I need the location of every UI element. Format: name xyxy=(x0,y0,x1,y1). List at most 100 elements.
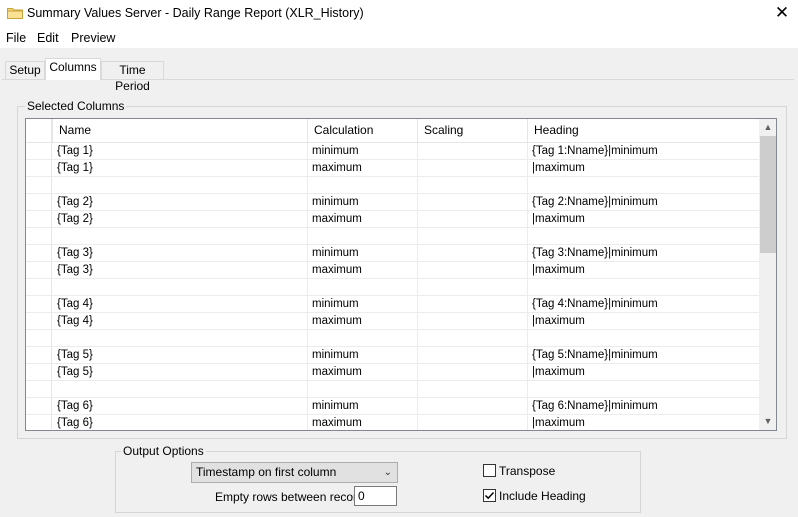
table-row[interactable]: {Tag 1} maximum |maximum xyxy=(26,160,759,177)
cell-heading[interactable]: {Tag 5:Nname}|minimum xyxy=(527,347,759,364)
menu-preview[interactable]: Preview xyxy=(71,31,115,45)
cell-calculation[interactable] xyxy=(307,381,417,398)
table-row[interactable]: {Tag 6} maximum |maximum xyxy=(26,415,759,430)
tab-setup[interactable]: Setup xyxy=(5,61,45,79)
cell-scaling[interactable] xyxy=(417,211,527,228)
tab-columns[interactable]: Columns xyxy=(45,58,101,80)
cell-heading[interactable]: {Tag 4:Nname}|minimum xyxy=(527,296,759,313)
table-row[interactable]: {Tag 6} minimum {Tag 6:Nname}|minimum xyxy=(26,398,759,415)
cell-heading[interactable]: |maximum xyxy=(527,364,759,381)
table-row[interactable]: {Tag 4} maximum |maximum xyxy=(26,313,759,330)
cell-heading[interactable] xyxy=(527,228,759,245)
cell-name[interactable]: {Tag 5} xyxy=(52,364,307,381)
table-row[interactable]: {Tag 2} maximum |maximum xyxy=(26,211,759,228)
cell-name[interactable]: {Tag 5} xyxy=(52,347,307,364)
cell-heading[interactable]: |maximum xyxy=(527,262,759,279)
cell-scaling[interactable] xyxy=(417,296,527,313)
cell-name[interactable]: {Tag 2} xyxy=(52,194,307,211)
cell-name[interactable] xyxy=(52,228,307,245)
cell-scaling[interactable] xyxy=(417,347,527,364)
cell-calculation[interactable]: minimum xyxy=(307,296,417,313)
cell-calculation[interactable]: maximum xyxy=(307,364,417,381)
table-row[interactable] xyxy=(26,279,759,296)
table-row[interactable]: {Tag 4} minimum {Tag 4:Nname}|minimum xyxy=(26,296,759,313)
table-row[interactable]: {Tag 5} minimum {Tag 5:Nname}|minimum xyxy=(26,347,759,364)
table-row[interactable]: {Tag 3} maximum |maximum xyxy=(26,262,759,279)
table-row[interactable]: {Tag 1} minimum {Tag 1:Nname}|minimum xyxy=(26,143,759,160)
cell-name[interactable]: {Tag 1} xyxy=(52,143,307,160)
cell-heading[interactable] xyxy=(527,330,759,347)
close-icon[interactable]: ✕ xyxy=(773,4,791,22)
cell-scaling[interactable] xyxy=(417,160,527,177)
cell-calculation[interactable] xyxy=(307,279,417,296)
cell-calculation[interactable]: minimum xyxy=(307,245,417,262)
cell-calculation[interactable] xyxy=(307,228,417,245)
header-scaling[interactable]: Scaling xyxy=(417,119,527,143)
cell-calculation[interactable]: maximum xyxy=(307,160,417,177)
cell-scaling[interactable] xyxy=(417,364,527,381)
cell-calculation[interactable] xyxy=(307,177,417,194)
cell-heading[interactable] xyxy=(527,279,759,296)
cell-calculation[interactable]: maximum xyxy=(307,211,417,228)
cell-heading[interactable]: |maximum xyxy=(527,211,759,228)
cell-heading[interactable]: {Tag 2:Nname}|minimum xyxy=(527,194,759,211)
cell-scaling[interactable] xyxy=(417,398,527,415)
cell-name[interactable] xyxy=(52,330,307,347)
cell-scaling[interactable] xyxy=(417,177,527,194)
scroll-thumb[interactable] xyxy=(760,136,776,253)
cell-calculation[interactable]: minimum xyxy=(307,398,417,415)
cell-calculation[interactable]: maximum xyxy=(307,415,417,430)
scroll-down-icon[interactable]: ▼ xyxy=(759,413,776,430)
header-calculation[interactable]: Calculation xyxy=(307,119,417,143)
cell-scaling[interactable] xyxy=(417,330,527,347)
cell-calculation[interactable]: minimum xyxy=(307,194,417,211)
cell-calculation[interactable] xyxy=(307,330,417,347)
tab-time-period[interactable]: Time Period xyxy=(101,61,164,93)
cell-heading[interactable]: {Tag 1:Nname}|minimum xyxy=(527,143,759,160)
vertical-scrollbar[interactable]: ▲ ▼ xyxy=(759,119,776,430)
cell-scaling[interactable] xyxy=(417,194,527,211)
cell-name[interactable]: {Tag 6} xyxy=(52,398,307,415)
table-row[interactable]: {Tag 3} minimum {Tag 3:Nname}|minimum xyxy=(26,245,759,262)
cell-scaling[interactable] xyxy=(417,313,527,330)
timestamp-select[interactable]: Timestamp on first column ⌄ xyxy=(191,462,398,483)
columns-grid[interactable]: Name Calculation Scaling Heading {Tag 1}… xyxy=(25,118,777,431)
table-row[interactable] xyxy=(26,177,759,194)
cell-heading[interactable]: |maximum xyxy=(527,313,759,330)
cell-heading[interactable]: {Tag 6:Nname}|minimum xyxy=(527,398,759,415)
cell-heading[interactable]: |maximum xyxy=(527,160,759,177)
cell-scaling[interactable] xyxy=(417,381,527,398)
cell-heading[interactable] xyxy=(527,177,759,194)
cell-calculation[interactable]: maximum xyxy=(307,262,417,279)
table-row[interactable] xyxy=(26,381,759,398)
cell-calculation[interactable]: maximum xyxy=(307,313,417,330)
cell-scaling[interactable] xyxy=(417,245,527,262)
include-heading-checkbox[interactable] xyxy=(483,489,496,502)
cell-scaling[interactable] xyxy=(417,262,527,279)
cell-name[interactable] xyxy=(52,177,307,194)
scroll-up-icon[interactable]: ▲ xyxy=(759,119,776,136)
transpose-checkbox[interactable] xyxy=(483,464,496,477)
cell-name[interactable]: {Tag 1} xyxy=(52,160,307,177)
cell-heading[interactable] xyxy=(527,381,759,398)
cell-name[interactable]: {Tag 4} xyxy=(52,296,307,313)
cell-scaling[interactable] xyxy=(417,279,527,296)
cell-scaling[interactable] xyxy=(417,143,527,160)
menu-edit[interactable]: Edit xyxy=(37,31,59,45)
cell-name[interactable]: {Tag 3} xyxy=(52,262,307,279)
cell-name[interactable] xyxy=(52,279,307,296)
table-row[interactable]: {Tag 5} maximum |maximum xyxy=(26,364,759,381)
cell-scaling[interactable] xyxy=(417,415,527,430)
cell-calculation[interactable]: minimum xyxy=(307,347,417,364)
header-heading[interactable]: Heading xyxy=(527,119,759,143)
header-name[interactable]: Name xyxy=(52,119,307,143)
cell-name[interactable]: {Tag 3} xyxy=(52,245,307,262)
include-heading-label[interactable]: Include Heading xyxy=(499,489,586,503)
cell-heading[interactable]: {Tag 3:Nname}|minimum xyxy=(527,245,759,262)
cell-name[interactable]: {Tag 4} xyxy=(52,313,307,330)
cell-name[interactable] xyxy=(52,381,307,398)
cell-calculation[interactable]: minimum xyxy=(307,143,417,160)
table-row[interactable] xyxy=(26,228,759,245)
table-row[interactable] xyxy=(26,330,759,347)
cell-scaling[interactable] xyxy=(417,228,527,245)
